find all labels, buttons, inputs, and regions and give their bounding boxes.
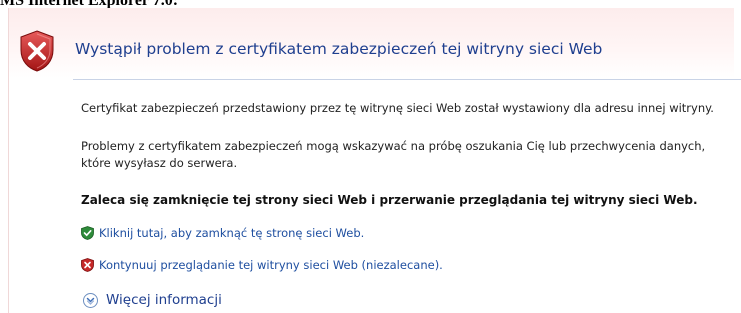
- security-warning-line-1: Problemy z certyfikatem zabezpieczeń mog…: [81, 139, 706, 153]
- page-title: Wystąpił problem z certyfikatem zabezpie…: [75, 40, 603, 58]
- close-page-label[interactable]: Kliknij tutaj, aby zamknąć tę stronę sie…: [99, 226, 364, 240]
- red-shield-icon: [81, 258, 94, 272]
- certificate-mismatch-message: Certyfikat zabezpieczeń przedstawiony pr…: [81, 101, 714, 115]
- certificate-error-page: Wystąpił problem z certyfikatem zabezpie…: [8, 8, 741, 313]
- more-info-toggle[interactable]: Więcej informacji: [83, 292, 222, 308]
- continue-to-site-label[interactable]: Kontynuuj przeglądanie tej witryny sieci…: [99, 258, 443, 272]
- more-info-label[interactable]: Więcej informacji: [106, 292, 222, 308]
- title-divider: [73, 79, 741, 80]
- recommendation-text: Zaleca się zamknięcie tej strony sieci W…: [81, 193, 698, 207]
- continue-to-site-link[interactable]: Kontynuuj przeglądanie tej witryny sieci…: [81, 258, 443, 272]
- security-warning-line-2: które wysyłasz do serwera.: [81, 156, 238, 170]
- green-shield-icon: [81, 226, 94, 240]
- chevron-down-circle-icon: [83, 292, 98, 308]
- error-shield-icon: [20, 30, 54, 72]
- close-page-link[interactable]: Kliknij tutaj, aby zamknąć tę stronę sie…: [81, 226, 364, 240]
